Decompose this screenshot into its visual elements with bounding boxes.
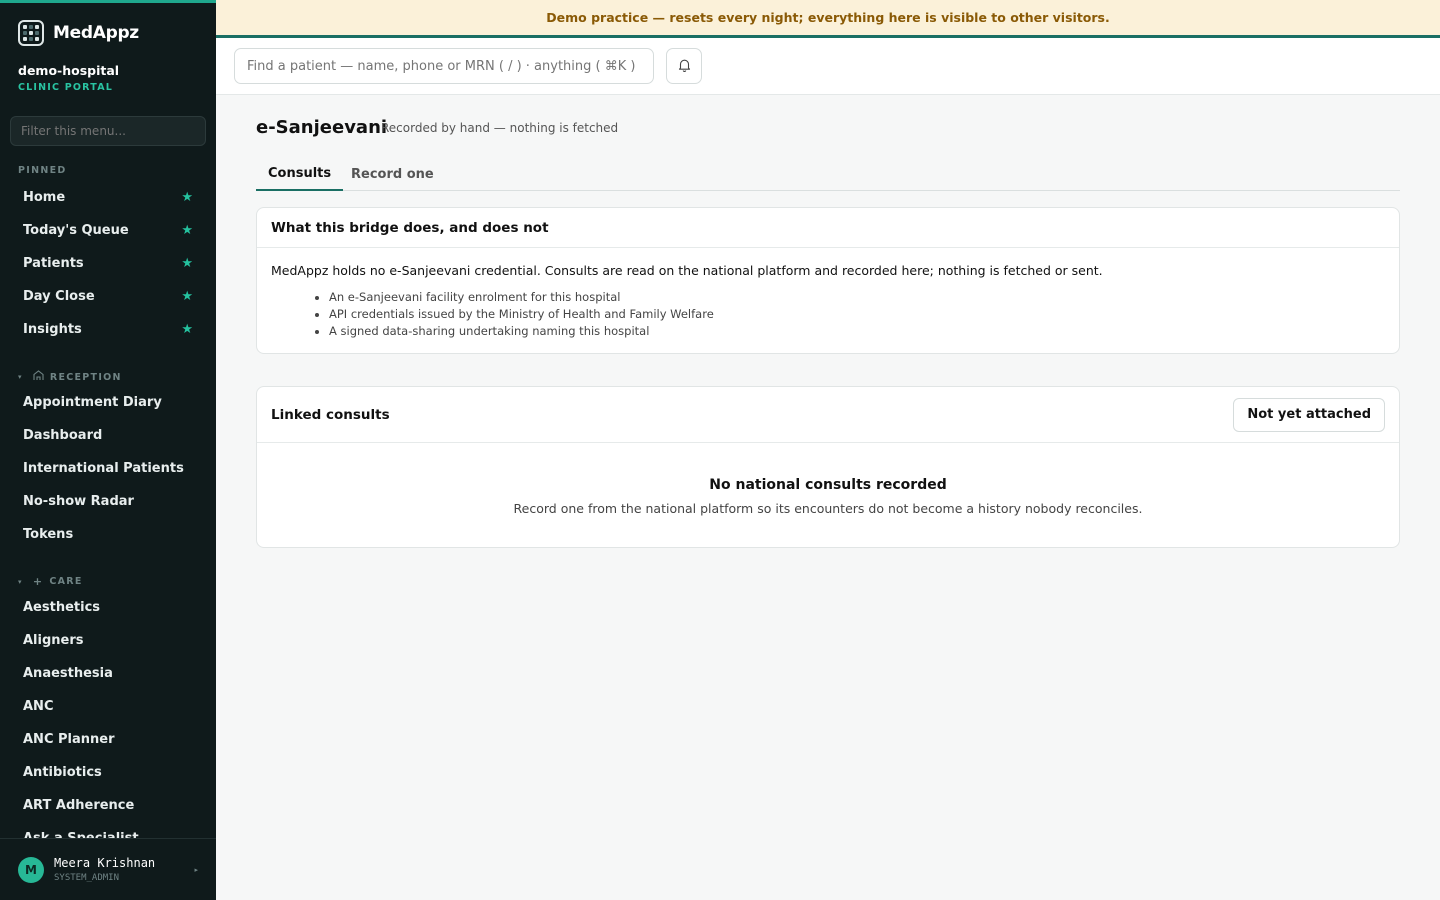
- sidebar-item-appointment-diary[interactable]: Appointment Diary: [10, 387, 206, 417]
- sidebar-item-day-close[interactable]: Day Close ★: [10, 281, 206, 311]
- info-card-body: MedAppz holds no e-Sanjeevani credential…: [257, 248, 1399, 353]
- list-item: A signed data-sharing undertaking naming…: [329, 323, 1385, 340]
- sidebar-item-home[interactable]: Home ★: [10, 182, 206, 212]
- page-title: e-Sanjeevani: [256, 117, 388, 138]
- sidebar-item-aesthetics[interactable]: Aesthetics: [10, 592, 206, 622]
- star-icon[interactable]: ★: [181, 256, 193, 271]
- sidebar-item-todays-queue[interactable]: Today's Queue ★: [10, 215, 206, 245]
- sidebar-item-label: Home: [23, 189, 66, 205]
- sidebar-item-label: Antibiotics: [23, 764, 102, 780]
- page-subtitle: Recorded by hand — nothing is fetched: [381, 121, 619, 135]
- star-icon[interactable]: ★: [181, 322, 193, 337]
- section-toggle-care[interactable]: ▾ + CARE: [18, 575, 83, 588]
- demo-banner-text: Demo practice — resets every night; ever…: [546, 10, 1110, 25]
- section-label-care: CARE: [49, 576, 83, 587]
- linked-consults-header: Linked consults Not yet attached: [257, 387, 1399, 443]
- user-role: SYSTEM_ADMIN: [54, 873, 120, 883]
- sidebar-item-label: ANC: [23, 698, 54, 714]
- sidebar-item-label: Insights: [23, 321, 82, 337]
- empty-state-title: No national consults recorded: [709, 477, 947, 493]
- tabs: Consults Record one: [256, 157, 1400, 191]
- sidebar-item-aligners[interactable]: Aligners: [10, 625, 206, 655]
- sidebar-item-dashboard[interactable]: Dashboard: [10, 420, 206, 450]
- demo-banner: Demo practice — resets every night; ever…: [216, 0, 1440, 38]
- not-yet-attached-button[interactable]: Not yet attached: [1233, 397, 1385, 432]
- sidebar-item-label: Appointment Diary: [23, 394, 162, 410]
- app-logo-icon: [18, 20, 44, 46]
- sidebar-item-label: Dashboard: [23, 427, 103, 443]
- avatar: M: [18, 856, 44, 883]
- sidebar: MedAppz demo-hospital CLINIC PORTAL PINN…: [0, 0, 216, 900]
- sidebar-item-anc[interactable]: ANC: [10, 691, 206, 721]
- star-icon[interactable]: ★: [181, 289, 193, 304]
- sidebar-item-label: Today's Queue: [23, 222, 129, 238]
- sidebar-item-international-patients[interactable]: International Patients: [10, 453, 206, 483]
- app-name: MedAppz: [53, 23, 139, 43]
- sidebar-item-insights[interactable]: Insights ★: [10, 314, 206, 344]
- building-icon: [33, 370, 44, 384]
- list-item: An e-Sanjeevani facility enrolment for t…: [329, 289, 1385, 306]
- sidebar-item-label: Tokens: [23, 526, 74, 542]
- sidebar-item-anc-planner[interactable]: ANC Planner: [10, 724, 206, 754]
- caret-down-icon: ▾: [18, 373, 23, 381]
- user-name: Meera Krishnan: [54, 856, 156, 870]
- info-card: What this bridge does, and does not MedA…: [256, 207, 1400, 354]
- sidebar-item-anaesthesia[interactable]: Anaesthesia: [10, 658, 206, 688]
- star-icon[interactable]: ★: [181, 223, 193, 238]
- patient-search-input[interactable]: [234, 48, 654, 84]
- bell-icon: [678, 58, 691, 75]
- info-card-lead: MedAppz holds no e-Sanjeevani credential…: [271, 263, 1103, 278]
- sidebar-item-label: Patients: [23, 255, 84, 271]
- sidebar-item-antibiotics[interactable]: Antibiotics: [10, 757, 206, 787]
- linked-consults-title: Linked consults: [271, 406, 390, 423]
- requirements-list: An e-Sanjeevani facility enrolment for t…: [271, 289, 1385, 340]
- sidebar-item-no-show-radar[interactable]: No-show Radar: [10, 486, 206, 516]
- user-menu[interactable]: M Meera Krishnan SYSTEM_ADMIN ▸: [0, 838, 216, 900]
- sidebar-item-tokens[interactable]: Tokens: [10, 519, 206, 549]
- sidebar-item-label: Anaesthesia: [23, 665, 113, 681]
- section-label-pinned: PINNED: [18, 165, 67, 176]
- empty-state-text: Record one from the national platform so…: [513, 501, 1143, 516]
- sidebar-item-label: Day Close: [23, 288, 95, 304]
- empty-state: No national consults recorded Record one…: [257, 443, 1399, 516]
- sidebar-item-label: ANC Planner: [23, 731, 115, 747]
- hospital-block: demo-hospital CLINIC PORTAL: [18, 63, 119, 93]
- section-label-reception: RECEPTION: [49, 371, 122, 383]
- sidebar-item-label: ART Adherence: [23, 797, 135, 813]
- sidebar-item-art-adherence[interactable]: ART Adherence: [10, 790, 206, 820]
- sidebar-item-label: International Patients: [23, 460, 184, 476]
- portal-label: CLINIC PORTAL: [18, 82, 114, 93]
- info-card-title: What this bridge does, and does not: [257, 208, 1399, 248]
- section-toggle-reception[interactable]: ▾ RECEPTION: [18, 370, 122, 384]
- tab-consults[interactable]: Consults: [256, 157, 344, 191]
- plus-icon: +: [32, 575, 44, 588]
- brand[interactable]: MedAppz: [18, 20, 139, 46]
- caret-down-icon: ▾: [18, 577, 23, 586]
- star-icon[interactable]: ★: [181, 190, 193, 205]
- hospital-name: demo-hospital: [18, 63, 120, 78]
- tab-record-one[interactable]: Record one: [339, 157, 446, 191]
- menu-filter-input[interactable]: [10, 116, 206, 146]
- list-item: API credentials issued by the Ministry o…: [329, 306, 1385, 323]
- user-info: Meera Krishnan SYSTEM_ADMIN: [54, 856, 155, 883]
- linked-consults-card: Linked consults Not yet attached No nati…: [256, 386, 1400, 548]
- sidebar-item-label: No-show Radar: [23, 493, 134, 509]
- notifications-button[interactable]: [666, 48, 702, 84]
- topbar: [216, 38, 1440, 95]
- caret-icon: ▸: [194, 865, 198, 874]
- sidebar-item-label: Aesthetics: [23, 599, 101, 615]
- sidebar-item-label: Aligners: [23, 632, 84, 648]
- sidebar-item-patients[interactable]: Patients ★: [10, 248, 206, 278]
